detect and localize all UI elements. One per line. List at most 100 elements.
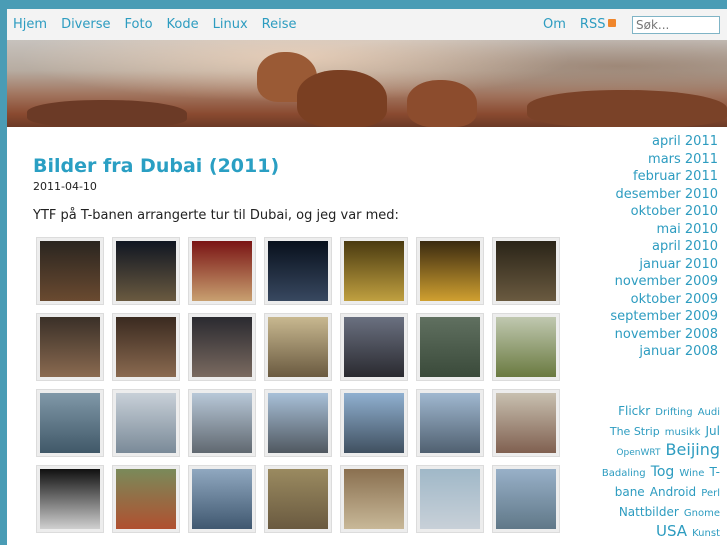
photo-metro-platform bbox=[496, 317, 556, 377]
nav-om[interactable]: Om bbox=[543, 17, 566, 32]
photo-metro-arch bbox=[344, 317, 404, 377]
archive-link[interactable]: februar 2011 bbox=[610, 168, 718, 186]
photo-thumbnail[interactable] bbox=[264, 313, 332, 381]
nav-hjem[interactable]: Hjem bbox=[13, 17, 47, 32]
photo-thumbnail[interactable] bbox=[112, 313, 180, 381]
photo-thumbnail[interactable] bbox=[416, 465, 484, 533]
search-input[interactable] bbox=[632, 16, 720, 34]
nav-reise[interactable]: Reise bbox=[262, 17, 297, 32]
photo-thumbnail[interactable] bbox=[112, 465, 180, 533]
archive-link[interactable]: september 2009 bbox=[610, 308, 718, 326]
photo-burger-king bbox=[192, 241, 252, 301]
tag-link[interactable]: musikk bbox=[665, 427, 701, 438]
tag-link[interactable]: Drifting bbox=[655, 407, 692, 418]
photo-atrium-gold bbox=[268, 317, 328, 377]
tag-link[interactable]: USA bbox=[656, 522, 687, 540]
photo-train-interior bbox=[40, 393, 100, 453]
photo-thumbnail[interactable] bbox=[36, 389, 104, 457]
top-stripe bbox=[0, 0, 727, 9]
tag-link[interactable]: Gnome bbox=[684, 508, 720, 519]
tag-link[interactable]: Badaling bbox=[602, 468, 646, 479]
photo-thumbnail[interactable] bbox=[188, 237, 256, 305]
photo-thumbnail[interactable] bbox=[188, 389, 256, 457]
photo-restaurant bbox=[192, 317, 252, 377]
archive-link[interactable]: april 2011 bbox=[610, 133, 718, 151]
photo-thumbnail[interactable] bbox=[416, 237, 484, 305]
archive-link[interactable]: desember 2010 bbox=[610, 186, 719, 204]
photo-towers bbox=[344, 393, 404, 453]
photo-thumbnail[interactable] bbox=[36, 237, 104, 305]
photo-thumbnail[interactable] bbox=[340, 313, 408, 381]
photo-thumbnail[interactable] bbox=[112, 237, 180, 305]
nav-kode[interactable]: Kode bbox=[167, 17, 199, 32]
photo-shisha-man bbox=[40, 317, 100, 377]
photo-escalator bbox=[420, 317, 480, 377]
photo-thumbnail[interactable] bbox=[340, 389, 408, 457]
tag-link[interactable]: Audi bbox=[698, 407, 720, 418]
photo-thumbnail[interactable] bbox=[264, 389, 332, 457]
archive-list: april 2011 mars 2011 februar 2011 desemb… bbox=[610, 133, 718, 361]
photo-thumbnail[interactable] bbox=[492, 313, 560, 381]
photo-thumbnail[interactable] bbox=[492, 237, 560, 305]
tag-cloud: Flickr Drifting Audi The Strip musikk Ju… bbox=[598, 401, 720, 545]
tag-link[interactable]: The Strip bbox=[610, 425, 660, 438]
page-frame: Hjem Diverse Foto Kode Linux Reise Om RS… bbox=[7, 9, 727, 545]
archive-link[interactable]: mai 2010 bbox=[610, 221, 718, 239]
tag-link[interactable]: Flickr bbox=[618, 404, 650, 418]
photo-thumbnail[interactable] bbox=[36, 313, 104, 381]
archive-link[interactable]: januar 2008 bbox=[610, 343, 718, 361]
post-date: 2011-04-10 bbox=[33, 180, 97, 193]
nav-foto[interactable]: Foto bbox=[125, 17, 153, 32]
photo-people-night bbox=[40, 241, 100, 301]
tag-link[interactable]: Perl bbox=[701, 488, 720, 499]
tag-link[interactable]: Nattbilder bbox=[619, 505, 679, 519]
archive-link[interactable]: november 2009 bbox=[610, 273, 718, 291]
archive-link[interactable]: april 2010 bbox=[610, 238, 718, 256]
tag-link[interactable]: Beijing bbox=[666, 440, 720, 459]
tag-link[interactable]: OpenWRT bbox=[616, 448, 660, 458]
photo-highway bbox=[192, 393, 252, 453]
archive-link[interactable]: oktober 2010 bbox=[610, 203, 718, 221]
tag-link[interactable]: Tog bbox=[651, 464, 675, 480]
photo-cafe-group bbox=[496, 241, 556, 301]
photo-sign-board bbox=[344, 469, 404, 529]
photo-tunnel-lights bbox=[420, 241, 480, 301]
photo-thumbnail[interactable] bbox=[416, 313, 484, 381]
tag-link[interactable]: Kunst bbox=[692, 528, 720, 539]
photo-thumbnail[interactable] bbox=[188, 313, 256, 381]
archive-link[interactable]: januar 2010 bbox=[610, 256, 718, 274]
photo-haagen-dazs bbox=[268, 241, 328, 301]
post-title[interactable]: Bilder fra Dubai (2011) bbox=[33, 155, 573, 177]
nav-linux[interactable]: Linux bbox=[213, 17, 248, 32]
photo-sky-towers bbox=[496, 469, 556, 529]
photo-thumbnail[interactable] bbox=[340, 465, 408, 533]
photo-thumbnail[interactable] bbox=[340, 237, 408, 305]
header-banner-image bbox=[7, 40, 727, 127]
photo-fruit-market bbox=[116, 469, 176, 529]
nav-rss[interactable]: RSS bbox=[580, 17, 617, 32]
photo-dinner-table bbox=[116, 317, 176, 377]
rss-icon bbox=[608, 19, 617, 27]
nav-diverse[interactable]: Diverse bbox=[61, 17, 110, 32]
photo-thumbnail[interactable] bbox=[36, 465, 104, 533]
photo-marina bbox=[420, 393, 480, 453]
photo-thumbnail[interactable] bbox=[264, 237, 332, 305]
nav-left: Hjem Diverse Foto Kode Linux Reise bbox=[13, 17, 297, 32]
tag-link[interactable]: Wine bbox=[679, 468, 704, 479]
photo-thumbnail[interactable] bbox=[188, 465, 256, 533]
photo-thumbnail[interactable] bbox=[416, 389, 484, 457]
nav-bar: Hjem Diverse Foto Kode Linux Reise Om RS… bbox=[7, 9, 727, 40]
photo-thumbnail[interactable] bbox=[264, 465, 332, 533]
photo-boats bbox=[420, 469, 480, 529]
archive-link[interactable]: mars 2011 bbox=[610, 151, 718, 169]
photo-street-night bbox=[116, 241, 176, 301]
archive-link[interactable]: november 2008 bbox=[610, 326, 718, 344]
photo-thumbnail[interactable] bbox=[492, 389, 560, 457]
archive-link[interactable]: oktober 2009 bbox=[610, 291, 718, 309]
tag-link[interactable]: Android bbox=[650, 485, 696, 499]
photo-thumbnail[interactable] bbox=[112, 389, 180, 457]
tag-link[interactable]: Jul bbox=[706, 424, 720, 438]
nav-right: Om RSS bbox=[543, 17, 617, 32]
photo-thumbnail[interactable] bbox=[492, 465, 560, 533]
nav-rss-label: RSS bbox=[579, 17, 606, 32]
